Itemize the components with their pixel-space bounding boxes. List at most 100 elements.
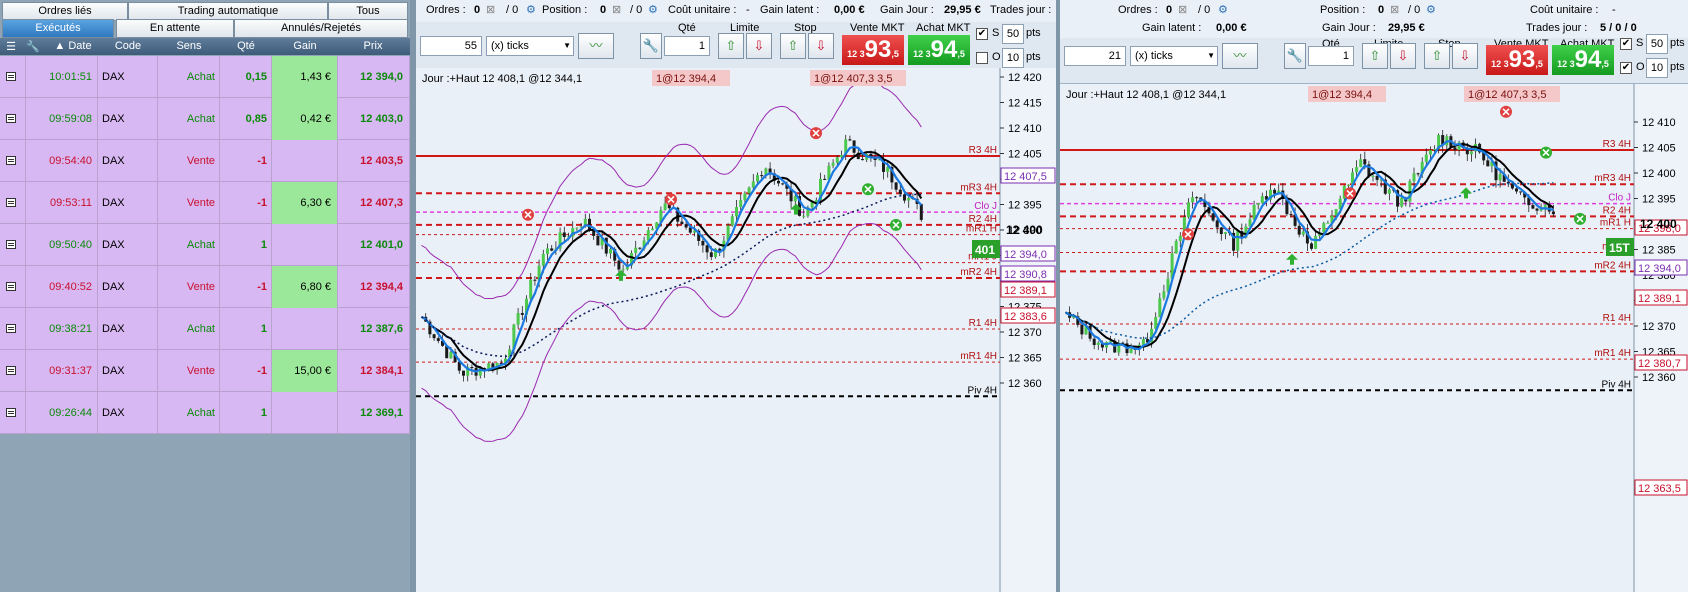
buy-mkt-button[interactable]: 12 394,5 bbox=[1552, 45, 1614, 75]
buy-stop-icon[interactable]: ⇧ bbox=[780, 33, 806, 59]
level-label: mR1 H bbox=[1600, 218, 1631, 229]
document-icon[interactable] bbox=[6, 114, 16, 123]
candle-body bbox=[436, 338, 440, 341]
s-points-input[interactable]: 50 bbox=[1646, 34, 1668, 54]
order-tag[interactable]: 1@12 394,4 bbox=[1312, 89, 1372, 101]
o-checkbox[interactable]: ✔ bbox=[1620, 62, 1632, 74]
table-row[interactable]: 09:50:40 DAX Achat 1 12 401,0 bbox=[0, 224, 410, 266]
doc-icon-cell bbox=[0, 98, 26, 140]
cell-code: DAX bbox=[98, 392, 158, 434]
document-icon[interactable] bbox=[6, 72, 16, 81]
o-points-input[interactable]: 10 bbox=[1646, 58, 1668, 78]
col-qte[interactable]: Qté bbox=[220, 40, 272, 52]
buy-mkt-label: Achat MKT bbox=[916, 22, 971, 34]
chart-style-icon[interactable]: 〰 bbox=[578, 33, 614, 59]
document-icon[interactable] bbox=[6, 408, 16, 417]
qty-input[interactable]: 1 bbox=[1308, 46, 1354, 66]
col-prix[interactable]: Prix bbox=[338, 40, 408, 52]
sell-limit-icon[interactable]: ⇩ bbox=[1390, 43, 1416, 69]
candle-body bbox=[1433, 149, 1436, 151]
price-chart[interactable]: 12 420 12 415 12 410 12 405 12 400 12 395 12 3… bbox=[416, 68, 1056, 592]
candle-body bbox=[1174, 241, 1178, 254]
table-row[interactable]: 09:54:40 DAX Vente -1 12 403,5 bbox=[0, 140, 410, 182]
close-icon[interactable]: ⊠ bbox=[1178, 3, 1187, 16]
gear-icon[interactable]: ⚙ bbox=[526, 3, 536, 16]
col-gain[interactable]: Gain bbox=[272, 40, 338, 52]
o-points-input[interactable]: 10 bbox=[1002, 48, 1024, 68]
table-row[interactable]: 09:59:08 DAX Achat 0,85 0,42 €12 403,0 bbox=[0, 98, 410, 140]
buy-mkt-button[interactable]: 12 394,5 bbox=[908, 35, 970, 65]
tab-en-attente[interactable]: En attente bbox=[116, 19, 234, 38]
table-row[interactable]: 09:53:11 DAX Vente -1 6,30 €12 407,3 bbox=[0, 182, 410, 224]
order-tag[interactable]: 1@12 407,3 3,5 bbox=[814, 73, 892, 85]
position-value-b: / 0 bbox=[630, 4, 643, 16]
document-icon[interactable] bbox=[6, 240, 16, 249]
document-icon[interactable] bbox=[6, 282, 16, 291]
doc-icon-cell bbox=[0, 56, 26, 98]
document-icon[interactable] bbox=[6, 198, 16, 207]
level-label: mR1 4H bbox=[960, 351, 997, 362]
close-icon[interactable]: ⊠ bbox=[1390, 3, 1399, 16]
candle-body bbox=[533, 279, 537, 281]
sell-mkt-button[interactable]: 12 393,5 bbox=[842, 35, 904, 65]
candle-body bbox=[709, 252, 713, 257]
gear-icon[interactable]: ⚙ bbox=[1218, 3, 1228, 16]
document-icon[interactable] bbox=[6, 324, 16, 333]
col-code[interactable]: Code bbox=[98, 40, 158, 52]
level-label: Piv 4H bbox=[1602, 379, 1631, 390]
candle-body bbox=[1195, 197, 1199, 199]
s-checkbox[interactable]: ✔ bbox=[1620, 38, 1632, 50]
candle-body bbox=[894, 182, 898, 190]
s-checkbox[interactable]: ✔ bbox=[976, 28, 988, 40]
interval-unit-select[interactable]: (x) ticks bbox=[486, 36, 574, 56]
close-icon[interactable]: ⊠ bbox=[486, 3, 495, 16]
gear-icon[interactable]: ⚙ bbox=[1426, 3, 1436, 16]
interval-stepper[interactable]: 55 bbox=[420, 36, 482, 56]
gear-icon[interactable]: ⚙ bbox=[648, 3, 658, 16]
tab-annules-rejetes[interactable]: Annulés/Rejetés bbox=[234, 19, 408, 38]
orders-value-b: / 0 bbox=[506, 4, 519, 16]
level-label: Clo J bbox=[974, 201, 997, 212]
table-row[interactable]: 09:26:44 DAX Achat 1 12 369,1 bbox=[0, 392, 410, 434]
chart-style-icon[interactable]: 〰 bbox=[1222, 43, 1258, 69]
price-chart[interactable]: 12 41012 40512 40012 39512 39012 38512 3… bbox=[1060, 84, 1688, 592]
candle-body bbox=[1359, 159, 1363, 168]
tab-executes[interactable]: Exécutés bbox=[2, 19, 114, 38]
qty-input[interactable]: 1 bbox=[664, 36, 710, 56]
sell-mkt-button[interactable]: 12 393,5 bbox=[1486, 45, 1548, 75]
buy-limit-icon[interactable]: ⇧ bbox=[718, 33, 744, 59]
buy-limit-icon[interactable]: ⇧ bbox=[1362, 43, 1388, 69]
wrench-icon[interactable]: 🔧 bbox=[26, 40, 40, 53]
table-row[interactable]: 09:40:52 DAX Vente -1 6,80 €12 394,4 bbox=[0, 266, 410, 308]
sell-limit-icon[interactable]: ⇩ bbox=[746, 33, 772, 59]
axis-tick-label: 12 400 bbox=[1642, 168, 1676, 180]
interval-unit-select[interactable]: (x) ticks bbox=[1130, 46, 1218, 66]
wrench-icon[interactable]: 🔧 bbox=[1284, 43, 1306, 69]
orders-table-header: ☰ 🔧 ▲ Date Code Sens Qté Gain Prix bbox=[0, 38, 410, 55]
order-tag[interactable]: 1@12 407,3 3,5 bbox=[1468, 89, 1546, 101]
table-row[interactable]: 09:31:37 DAX Vente -1 15,00 €12 384,1 bbox=[0, 350, 410, 392]
s-points-input[interactable]: 50 bbox=[1002, 24, 1024, 44]
day-info: Jour :+Haut 12 408,1 @12 344,1 bbox=[1066, 89, 1226, 101]
position-label: Position : bbox=[1320, 4, 1366, 16]
sell-stop-icon[interactable]: ⇩ bbox=[1452, 43, 1478, 69]
o-checkbox[interactable] bbox=[976, 52, 988, 64]
axis-tick-label: 12 410 bbox=[1008, 123, 1042, 135]
order-tag[interactable]: 1@12 394,4 bbox=[656, 73, 716, 85]
interval-stepper[interactable]: 21 bbox=[1064, 46, 1126, 66]
document-icon[interactable] bbox=[6, 366, 16, 375]
wrench-icon[interactable]: 🔧 bbox=[640, 33, 662, 59]
buy-stop-icon[interactable]: ⇧ bbox=[1424, 43, 1450, 69]
pts-label: pts bbox=[1670, 61, 1685, 73]
position-value: 0 bbox=[1378, 4, 1385, 16]
table-row[interactable]: 09:38:21 DAX Achat 1 12 387,6 bbox=[0, 308, 410, 350]
current-price: 401 bbox=[975, 243, 995, 257]
table-row[interactable]: 10:01:51 DAX Achat 0,15 1,43 €12 394,0 bbox=[0, 56, 410, 98]
close-icon[interactable]: ⊠ bbox=[612, 3, 621, 16]
col-sens[interactable]: Sens bbox=[158, 40, 220, 52]
axis-tick-label: 12 405 bbox=[1642, 143, 1676, 155]
document-icon[interactable] bbox=[6, 156, 16, 165]
candle-body bbox=[823, 178, 827, 180]
sell-stop-icon[interactable]: ⇩ bbox=[808, 33, 834, 59]
col-date[interactable]: ▲ Date bbox=[48, 40, 98, 52]
